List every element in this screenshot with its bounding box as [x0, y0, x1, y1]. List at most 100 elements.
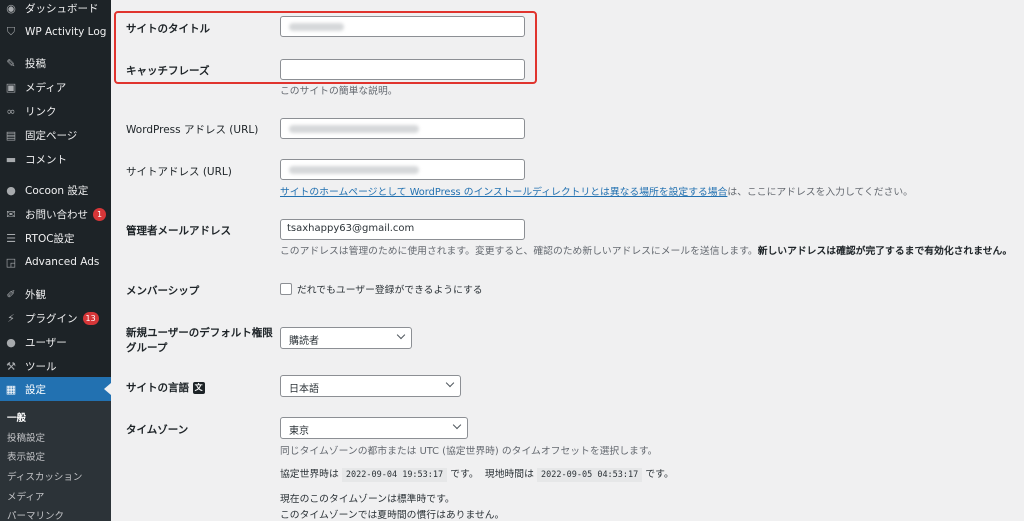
default-role-value: 購読者	[289, 336, 319, 347]
brush-icon: ✐	[6, 287, 16, 301]
notification-badge: 1	[93, 207, 106, 221]
site-language-label: サイトの言語 文	[126, 380, 205, 395]
membership-checkbox[interactable]	[280, 283, 292, 295]
tagline-description: このサイトの簡単な説明。	[280, 86, 398, 97]
blurred-value	[289, 166, 419, 174]
plugin-icon: ⚡	[7, 311, 15, 325]
admin-email-desc-bold: 新しいアドレスは確認が完了するまで有効化されません。	[757, 246, 1013, 257]
dst-note: このタイムゾーンでは夏時間の慣行はありません。	[280, 510, 505, 521]
update-badge: 13	[82, 311, 99, 325]
user-icon: ●	[6, 335, 16, 349]
submenu-reading[interactable]: 表示設定	[7, 449, 45, 463]
submenu-writing[interactable]: 投稿設定	[7, 430, 45, 444]
settings-icon: ▦	[5, 382, 17, 396]
utc-label: 協定世界時は	[280, 469, 339, 480]
utc-local-time: 協定世界時は 2022-09-04 19:53:17 です。 現地時間は 202…	[280, 466, 674, 482]
timezone-description: 同じタイムゾーンの都市または UTC (協定世界時) のタイムオフセットを選択し…	[280, 446, 658, 457]
chevron-down-icon	[445, 378, 455, 388]
menu-wp-activity-log[interactable]: ⛉ WP Activity Log	[0, 20, 111, 44]
menu-users[interactable]: ● ユーザー	[0, 330, 111, 354]
menu-comments[interactable]: ▬ コメント	[0, 147, 111, 171]
admin-email-input[interactable]: tsaxhappy63@gmail.com	[280, 219, 525, 240]
comment-icon: ▬	[5, 152, 17, 166]
admin-email-description: このアドレスは管理のために使用されます。変更すると、確認のため新しいアドレスにメ…	[280, 243, 1012, 257]
menu-label: ダッシュボード	[25, 2, 99, 15]
mail-icon: ✉	[6, 207, 16, 221]
menu-tools[interactable]: ⚒ ツール	[0, 354, 111, 378]
membership-label: メンバーシップ	[126, 285, 200, 297]
menu-label: WP Activity Log	[25, 26, 107, 38]
wp-address-input[interactable]	[280, 118, 525, 139]
menu-label: Cocoon 設定	[25, 184, 89, 197]
admin-email-label: 管理者メールアドレス	[126, 225, 231, 237]
chevron-down-icon	[452, 420, 462, 430]
menu-advanced-ads[interactable]: ◲ Advanced Ads	[0, 250, 111, 274]
menu-settings[interactable]: ▦ 設定	[0, 377, 111, 401]
menu-label: メディア	[25, 81, 67, 94]
submenu-discussion[interactable]: ディスカッション	[7, 469, 82, 483]
link-icon: ∞	[6, 104, 16, 118]
menu-label: リンク	[25, 105, 57, 118]
submenu-media[interactable]: メディア	[7, 489, 44, 503]
menu-posts[interactable]: ✎ 投稿	[0, 51, 111, 75]
site-address-help-link[interactable]: サイトのホームページとして WordPress のインストールディレクトリとは異…	[280, 187, 727, 198]
menu-pages[interactable]: ▤ 固定ページ	[0, 123, 111, 147]
menu-label: プラグイン	[25, 312, 78, 325]
menu-rtoc[interactable]: ☰ RTOC設定	[0, 226, 111, 250]
menu-label: 外観	[25, 288, 46, 301]
menu-plugins[interactable]: ⚡ プラグイン 13	[0, 306, 111, 330]
pin-icon: ✎	[6, 56, 16, 70]
wp-address-label: WordPress アドレス (URL)	[126, 124, 259, 136]
timezone-value: 東京	[289, 426, 309, 437]
menu-dashboard[interactable]: ◉ ダッシュボード	[0, 0, 111, 20]
site-title-input[interactable]	[280, 16, 525, 37]
local-label: 現地時間は	[484, 469, 534, 480]
menu-contact[interactable]: ✉ お問い合わせ 1	[0, 202, 111, 226]
menu-label: 投稿	[25, 57, 46, 70]
blurred-value	[289, 125, 419, 133]
site-address-description: サイトのホームページとして WordPress のインストールディレクトリとは異…	[280, 184, 913, 198]
site-language-select[interactable]: 日本語	[280, 375, 461, 397]
site-address-label: サイトアドレス (URL)	[126, 166, 232, 178]
default-role-label: 新規ユーザーのデフォルト権限 グループ	[126, 325, 273, 355]
ads-icon: ◲	[5, 255, 17, 269]
site-language-value: 日本語	[289, 384, 319, 395]
site-address-suffix: は、ここにアドレスを入力してください。	[727, 187, 913, 198]
menu-links[interactable]: ∞ リンク	[0, 99, 111, 123]
wrench-icon: ⚒	[6, 359, 16, 373]
chevron-down-icon	[396, 330, 406, 340]
menu-label: RTOC設定	[25, 232, 75, 245]
menu-label: ユーザー	[25, 336, 67, 349]
tagline-input[interactable]	[280, 59, 525, 80]
cocoon-icon: ●	[6, 183, 16, 197]
default-role-select[interactable]: 購読者	[280, 327, 412, 349]
list-icon: ☰	[6, 231, 16, 245]
tagline-label: キャッチフレーズ	[126, 65, 210, 77]
membership-checkbox-label[interactable]: だれでもユーザー登録ができるようにする	[297, 282, 483, 296]
default-role-label-line2: グループ	[126, 342, 168, 354]
admin-sidebar: ◉ ダッシュボード ⛉ WP Activity Log ✎ 投稿 ▣ メディア …	[0, 0, 111, 521]
site-language-label-text: サイトの言語	[126, 382, 189, 394]
menu-label: Advanced Ads	[25, 256, 100, 268]
menu-label: コメント	[25, 153, 67, 166]
page-icon: ▤	[5, 128, 17, 142]
translate-icon: 文	[192, 382, 205, 394]
admin-email-desc-text: このアドレスは管理のために使用されます。変更すると、確認のため新しいアドレスにメ…	[280, 246, 758, 257]
site-address-input[interactable]	[280, 159, 525, 180]
menu-label: お問い合わせ	[25, 208, 88, 221]
blurred-value	[289, 23, 344, 31]
submenu-permalinks[interactable]: パーマリンク	[7, 508, 64, 521]
local-time-value: 2022-09-05 04:53:17	[537, 468, 643, 482]
settings-submenu: 一般 投稿設定 表示設定 ディスカッション メディア パーマリンク	[0, 401, 111, 521]
menu-cocoon[interactable]: ● Cocoon 設定	[0, 178, 111, 202]
timezone-select[interactable]: 東京	[280, 417, 468, 439]
menu-label: 固定ページ	[25, 129, 78, 142]
utc-time-value: 2022-09-04 19:53:17	[341, 468, 448, 482]
menu-label: 設定	[25, 383, 46, 396]
menu-appearance[interactable]: ✐ 外観	[0, 282, 111, 306]
dashboard-icon: ◉	[6, 1, 16, 15]
submenu-general[interactable]: 一般	[7, 410, 26, 424]
menu-label: ツール	[25, 360, 57, 373]
local-suffix: です。	[645, 469, 674, 480]
menu-media[interactable]: ▣ メディア	[0, 75, 111, 99]
